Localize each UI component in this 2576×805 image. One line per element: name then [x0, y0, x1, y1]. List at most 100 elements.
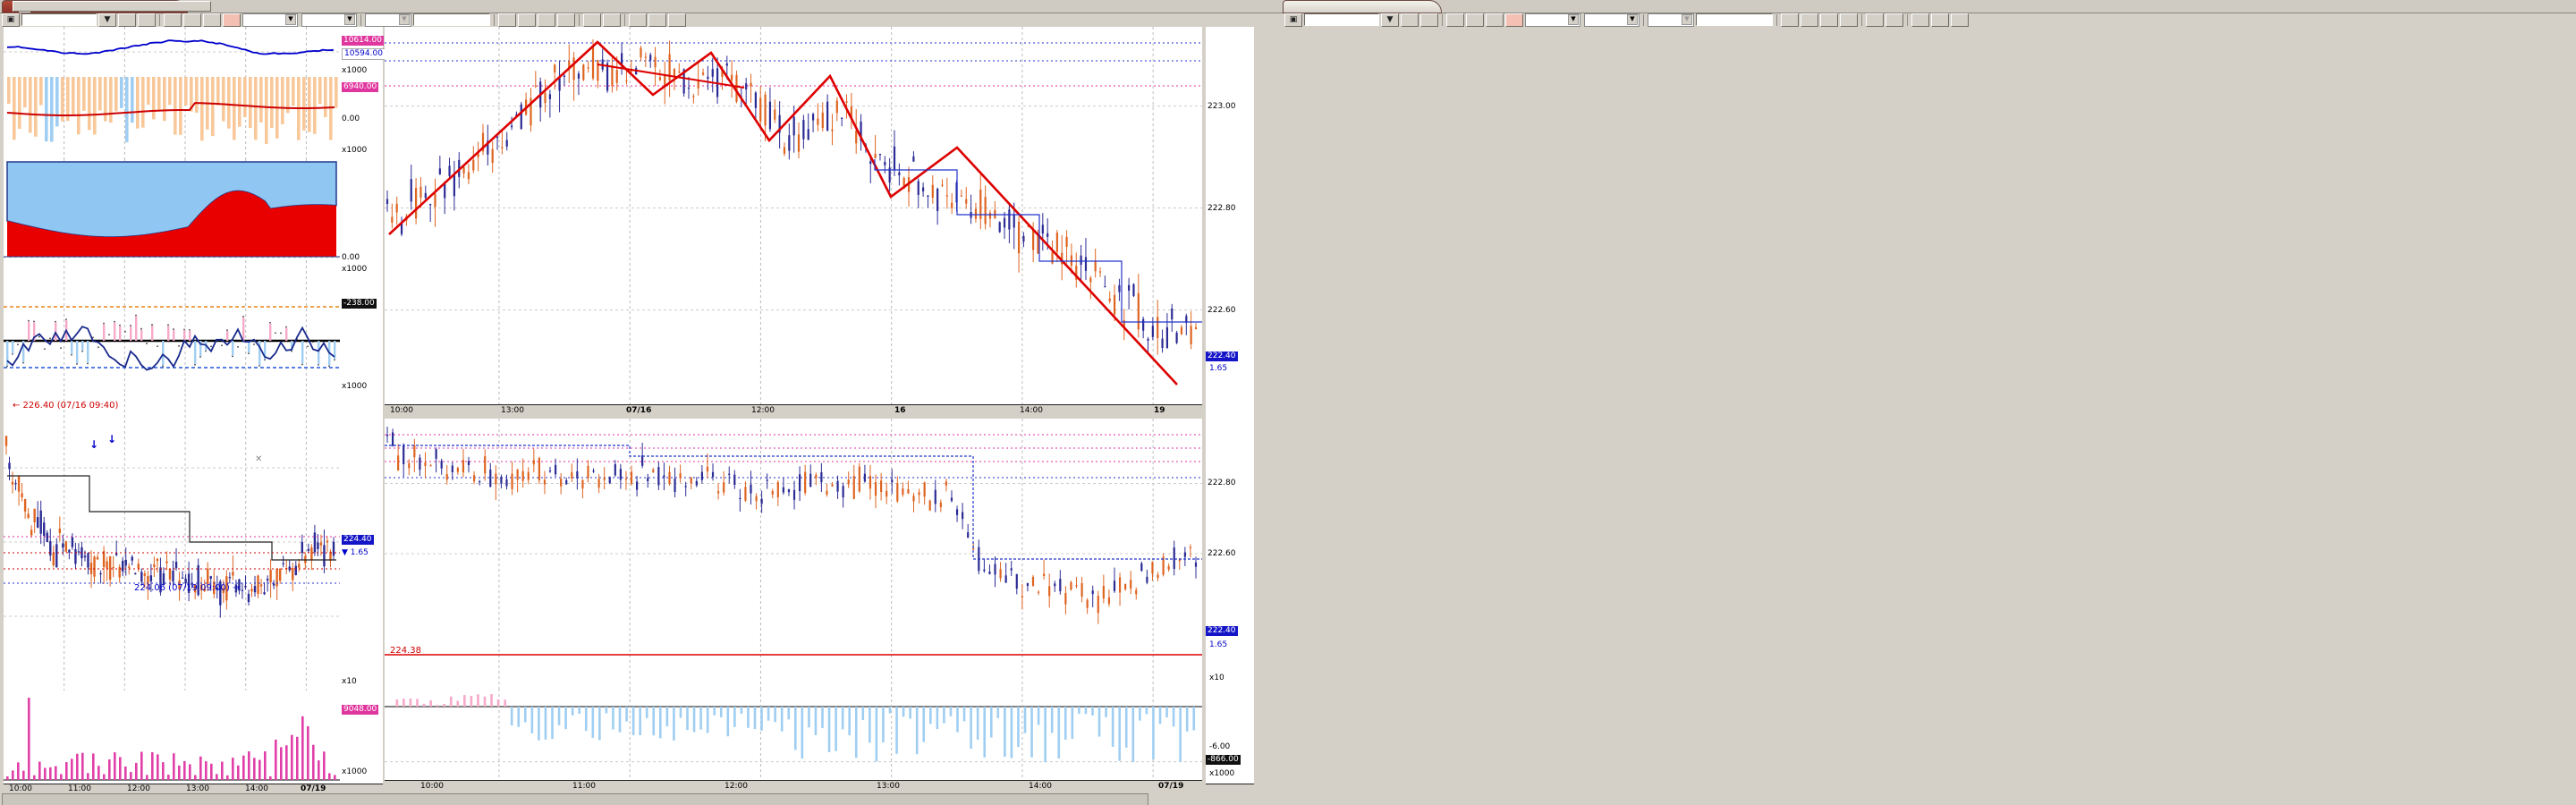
- window1-toolbar: ▣ ▼ ▼ ▼ ▼: [0, 13, 717, 27]
- time-axis-label: 11:00: [572, 782, 596, 791]
- all-button[interactable]: [668, 13, 686, 27]
- indicator-value-box: -238.00: [342, 299, 377, 309]
- unit-label: x1000: [342, 66, 367, 75]
- price-line-label: 224.38: [390, 646, 421, 656]
- tick-select[interactable]: ▼: [301, 13, 357, 27]
- volume-chart-icon[interactable]: [1820, 13, 1838, 27]
- trading-app-screen: ▣ ▼ ▼ ▼ ▼: [0, 0, 2576, 805]
- down-arrow-marker: ↓: [107, 435, 116, 445]
- bar-chart-icon[interactable]: [1801, 13, 1818, 27]
- current-price-box: 222.40: [1206, 626, 1238, 636]
- unit-label: x1000: [342, 767, 367, 776]
- zoom-icon[interactable]: [1420, 13, 1438, 27]
- close-icon[interactable]: [1300, 3, 1309, 12]
- count-input[interactable]: [413, 13, 490, 26]
- unit-label: x10: [342, 677, 357, 686]
- indicator-chart-0: [4, 27, 340, 77]
- price-change-label: ▼ 1.65: [342, 548, 369, 557]
- indicator-chart-4: [4, 394, 340, 691]
- indicator-chart-2: [4, 158, 340, 276]
- candle-grid-icon[interactable]: [1911, 13, 1929, 27]
- symbol-prefix-icon[interactable]: ▣: [2, 13, 20, 27]
- minute-select[interactable]: ▼: [242, 13, 298, 27]
- period-month-button[interactable]: [203, 13, 221, 27]
- price-change-label: 1.65: [1209, 364, 1227, 373]
- symbol-input[interactable]: [21, 13, 97, 26]
- indicator-chart-5: [4, 691, 340, 784]
- line-chart-icon[interactable]: [1781, 13, 1799, 27]
- time-axis-label: 16: [894, 406, 906, 415]
- tick-select[interactable]: ▼: [1584, 13, 1640, 27]
- indicator-value-box: 10594.00: [342, 48, 386, 60]
- cp-button[interactable]: [583, 13, 601, 27]
- period-day-button[interactable]: [164, 13, 182, 27]
- tab-option-chart[interactable]: [1283, 0, 1442, 13]
- zero-label: 0.00: [342, 114, 360, 123]
- time-axis-label: 07/19: [301, 784, 326, 793]
- symbol-input[interactable]: [1304, 13, 1379, 26]
- count-input[interactable]: [1696, 13, 1773, 26]
- zoom-icon[interactable]: [138, 13, 156, 27]
- indicator-chart-3: [4, 276, 340, 394]
- time-axis-label: 14:00: [245, 784, 268, 793]
- down-arrow-marker: ↓: [89, 440, 98, 450]
- period-minute-button[interactable]: [1505, 13, 1523, 27]
- futures-index-window: ▣ ▼ ▼ ▼ ▼: [0, 0, 1256, 805]
- low-annotation: 224.06 (07/19 09:00) →: [134, 583, 240, 593]
- count-select[interactable]: ▼: [365, 13, 411, 27]
- mid-hist-chart: [385, 689, 1202, 780]
- symbol-dropdown-icon[interactable]: ▼: [1381, 13, 1399, 27]
- period-minute-button[interactable]: [223, 13, 241, 27]
- zero-label: 0.00: [342, 253, 360, 262]
- all-button[interactable]: [1951, 13, 1969, 27]
- grid-layout-icon[interactable]: [1931, 13, 1949, 27]
- options-grid-window: ▣ ▼ ▼ ▼ ▼: [1256, 0, 2576, 805]
- updown-arrows-icon[interactable]: [557, 13, 575, 27]
- time-axis-label: 10:00: [9, 784, 32, 793]
- bar-chart-icon[interactable]: [518, 13, 536, 27]
- time-axis-label: 13:00: [501, 406, 524, 415]
- symbol-dropdown-icon[interactable]: ▼: [98, 13, 116, 27]
- volume-chart-icon[interactable]: [538, 13, 555, 27]
- unit-label: x1000: [1209, 769, 1234, 778]
- period-week-button[interactable]: [183, 13, 201, 27]
- time-axis-label: 14:00: [1029, 782, 1052, 791]
- cb-button[interactable]: [603, 13, 621, 27]
- indicator-chart-1: [4, 77, 340, 158]
- search-icon[interactable]: [118, 13, 136, 27]
- candle-grid-icon[interactable]: [629, 13, 647, 27]
- cp-button[interactable]: [1866, 13, 1884, 27]
- price-change-label: 1.65: [1209, 640, 1227, 649]
- y-axis-label: 222.80: [1208, 204, 1236, 213]
- x-marker: ✕: [255, 454, 262, 464]
- time-axis-label: 13:00: [877, 782, 900, 791]
- unit-label: x1000: [342, 265, 367, 274]
- indicator-value-box: 10614.00: [342, 36, 384, 46]
- period-day-button[interactable]: [1446, 13, 1464, 27]
- current-price-box: 224.40: [342, 535, 374, 545]
- scrollbar-thumb[interactable]: [13, 1, 211, 12]
- horizontal-scrollbar[interactable]: [2, 793, 1148, 805]
- cb-button[interactable]: [1885, 13, 1903, 27]
- left-axis-col: [340, 27, 383, 784]
- y-axis-label: 222.60: [1208, 549, 1236, 558]
- time-axis-label: 07/16: [626, 406, 651, 415]
- minute-select[interactable]: ▼: [1525, 13, 1580, 27]
- period-month-button[interactable]: [1486, 13, 1504, 27]
- y-axis-label: 222.60: [1208, 306, 1236, 315]
- period-week-button[interactable]: [1466, 13, 1484, 27]
- updown-arrows-icon[interactable]: [1840, 13, 1858, 27]
- window2-tabrow: [1256, 0, 2576, 13]
- search-icon[interactable]: [1401, 13, 1419, 27]
- time-axis-label: 13:00: [186, 784, 209, 793]
- hist-neg-label: -6.00: [1209, 742, 1230, 751]
- indicator-value-box: 6940.00: [342, 82, 378, 92]
- symbol-prefix-icon[interactable]: ▣: [1284, 13, 1302, 27]
- hist-value-box: -866.00: [1206, 755, 1241, 765]
- current-price-box: 222.40: [1206, 352, 1238, 361]
- time-axis-label: 14:00: [1020, 406, 1043, 415]
- count-select[interactable]: ▼: [1648, 13, 1694, 27]
- grid-layout-icon[interactable]: [648, 13, 666, 27]
- line-chart-icon[interactable]: [498, 13, 516, 27]
- high-annotation: ← 226.40 (07/16 09:40): [13, 401, 118, 411]
